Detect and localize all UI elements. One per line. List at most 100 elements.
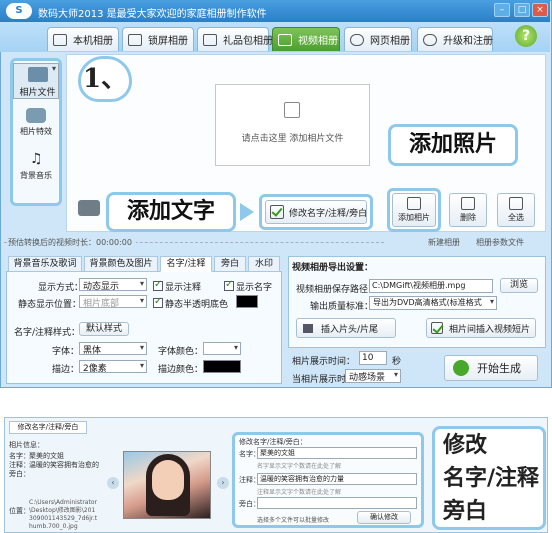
camera-icon (78, 200, 100, 216)
stroke-select[interactable]: 2像素 (79, 360, 147, 373)
play-icon (453, 360, 469, 376)
dialog-tab: 修改名字/注释/旁白 (9, 421, 87, 434)
total-time: 预估转换后的视频时长：00:00:00 (8, 237, 136, 248)
confirm-edit-button[interactable]: 确认修改 (357, 511, 411, 524)
quality-select[interactable]: 导出为DVD高清格式(标准格式 (369, 296, 497, 310)
clip-icon (431, 322, 443, 334)
stroke-color-label: 描边颜色： (158, 365, 204, 375)
edit-name-callout: 修改 名字/注释 旁白 (432, 426, 546, 530)
tab-gift-album[interactable]: 礼品包相册 (197, 27, 273, 51)
photo-icon (27, 67, 48, 82)
add-photo-button[interactable]: 添加相片 (392, 193, 436, 227)
help-button[interactable]: ? (515, 25, 537, 47)
edit-note-hint: 注释显示文字个数请在此处了解 (257, 489, 342, 496)
delete-button[interactable]: 删除 (449, 193, 487, 227)
add-photo-highlight: 添加相片 (387, 188, 441, 232)
display-mode-select[interactable]: 动态显示 (79, 278, 147, 291)
globe-icon (350, 33, 364, 46)
note-value: 温暖的笑容拥有治愈的 (29, 461, 99, 469)
tab-upgrade[interactable]: 升级和注册 (417, 27, 493, 51)
path-value: C:\Users\Administrator\Desktop\修改图影\2013… (29, 499, 98, 530)
subtab-music[interactable]: 背景音乐及歌词 (8, 256, 82, 272)
tv-icon (128, 33, 142, 46)
edit-voice-input[interactable] (257, 497, 417, 509)
add-text-callout: 添加文字 (106, 192, 236, 232)
show-note-checkbox[interactable]: 显示注释 (153, 279, 201, 293)
sidebar-item-photo-effects[interactable]: 相片特效 (13, 105, 59, 141)
step-one-balloon: 1、 (78, 56, 132, 102)
sidebar-item-photo-files[interactable]: 相片文件 (13, 63, 59, 99)
translucent-color-swatch[interactable] (236, 295, 258, 308)
show-time-input[interactable]: 10 (359, 351, 387, 365)
subtab-watermark[interactable]: 水印 (248, 256, 280, 272)
grid-icon (509, 197, 523, 210)
arrow-icon (240, 203, 254, 221)
style-label: 名字/注释样式： (14, 328, 81, 338)
batch-hint: 选择多个文件可以批量修改 (257, 517, 330, 524)
voice-label: 旁白： (9, 470, 30, 478)
browse-button[interactable]: 浏览 (500, 278, 538, 293)
save-path-label: 视频相册保存路径： (296, 285, 378, 295)
subtab-name-note[interactable]: 名字/注释 (160, 256, 212, 272)
display-mode-label: 显示方式： (38, 283, 84, 293)
subtab-bg[interactable]: 背景颜色及图片 (84, 256, 158, 272)
static-pos-select[interactable]: 相片底部 (79, 295, 147, 308)
tab-lockscreen-album[interactable]: 锁屏相册 (122, 27, 194, 51)
rename-button[interactable]: 修改名字/注释/旁白 (265, 200, 367, 224)
minimize-button[interactable]: – (494, 3, 510, 17)
title-bar: S 数码大师2013 是最受大家欢迎的家庭相册制作软件 – □ × (0, 0, 550, 22)
status-bar: 预估转换后的视频时长：00:00:00 新建相册 相册参数文件 (4, 234, 548, 250)
edit-check-icon (270, 205, 284, 219)
stroke-color-swatch[interactable] (203, 360, 241, 373)
quality-label: 输出质量标准： (310, 302, 374, 312)
prev-arrow-icon[interactable]: ‹ (107, 477, 119, 489)
edit-name-input[interactable]: 聚美的文姐 (257, 447, 417, 459)
scene-select[interactable]: 动感场景 (345, 369, 401, 383)
insert-head-button[interactable]: 插入片头/片尾 (296, 318, 396, 338)
static-pos-label: 静态显示位置： (18, 300, 82, 310)
stroke-label: 描边： (52, 365, 80, 375)
drop-area-text: 请点击这里 添加相片文件 (241, 134, 344, 144)
photo-preview (123, 451, 211, 519)
effects-icon (26, 108, 46, 123)
tab-local-album[interactable]: 本机相册 (47, 27, 119, 51)
font-select[interactable]: 黑体 (79, 342, 147, 355)
trash-icon (461, 197, 475, 210)
left-sidebar: 相片文件 相片特效 ♫背景音乐 (10, 58, 62, 206)
edit-note-input[interactable]: 温暖的笑容拥有治愈的力量 (257, 473, 417, 485)
tab-video-album[interactable]: 视频相册 (272, 27, 340, 51)
new-album-link[interactable]: 新建相册 (428, 237, 460, 248)
font-color-select[interactable] (203, 342, 241, 355)
insert-clip-button[interactable]: 相片间插入视频短片 (426, 318, 536, 338)
subtab-voiceover[interactable]: 旁白 (214, 256, 246, 272)
font-color-label: 字体颜色： (158, 347, 204, 357)
edit-name-hint: 名字显示文字个数请在此处了解 (257, 463, 342, 470)
add-image-icon (407, 197, 421, 210)
select-all-button[interactable]: 全选 (497, 193, 535, 227)
close-button[interactable]: × (532, 3, 548, 17)
monitor-icon (53, 33, 67, 46)
path-label: 位置： (9, 507, 30, 515)
sidebar-item-bg-music[interactable]: ♫ 背景音乐 (13, 149, 59, 185)
export-header: 视频相册导出设置： (292, 263, 374, 273)
film-icon (278, 33, 292, 46)
maximize-button[interactable]: □ (514, 3, 530, 17)
tab-web-album[interactable]: 网页相册 (344, 27, 412, 51)
next-arrow-icon[interactable]: › (217, 477, 229, 489)
album-params-link[interactable]: 相册参数文件 (476, 237, 524, 248)
photo-info-header: 相片信息： (9, 441, 44, 449)
add-photo-drop-area[interactable]: 请点击这里 添加相片文件 (215, 84, 370, 166)
start-generate-button[interactable]: 开始生成 (444, 355, 538, 381)
gift-icon (203, 33, 217, 46)
save-path-input[interactable]: C:\DMGift\视频相册.mpg (369, 279, 493, 293)
show-name-checkbox[interactable]: 显示名字 (224, 279, 272, 293)
font-label: 字体： (52, 347, 80, 357)
app-logo: S (6, 3, 32, 19)
show-time-unit: 秒 (392, 357, 402, 367)
default-style-button[interactable]: 默认样式 (79, 322, 129, 336)
add-photo-callout: 添加照片 (388, 124, 518, 166)
show-time-label: 相片展示时间： (292, 357, 356, 367)
translucent-checkbox[interactable]: 静态半透明底色 (153, 296, 228, 310)
main-tabs: 本机相册 锁屏相册 礼品包相册 视频相册 网页相册 升级和注册 (0, 22, 550, 52)
film-icon (303, 323, 313, 333)
